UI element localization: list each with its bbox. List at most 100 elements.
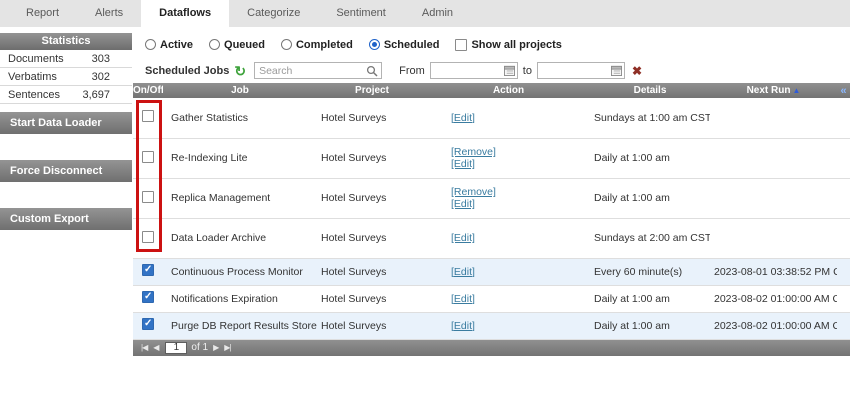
job-details: Daily at 1:00 am — [590, 138, 710, 178]
radio-active[interactable]: Active — [145, 39, 193, 51]
stat-row-verbatims: Verbatims 302 — [0, 68, 132, 86]
col-header-nextrun[interactable]: Next Run▲ — [710, 83, 837, 98]
stat-label: Sentences — [8, 86, 60, 103]
job-name: Purge DB Report Results Store — [163, 312, 317, 339]
pager-next-icon[interactable]: ▶ — [213, 343, 218, 352]
job-name: Re-Indexing Lite — [163, 138, 317, 178]
job-next-run: 2023-08-02 01:00:00 AM CDT — [710, 285, 837, 312]
job-enabled-checkbox[interactable] — [142, 291, 154, 303]
search-box — [254, 62, 382, 79]
force-disconnect-button[interactable]: Force Disconnect — [0, 160, 132, 182]
radio-completed[interactable]: Completed — [281, 39, 353, 51]
remove-link[interactable]: [Remove] — [451, 186, 590, 198]
radio-queued-label: Queued — [224, 39, 265, 51]
jobs-toolbar: Scheduled Jobs ↻ From to ✖ — [145, 61, 850, 80]
edit-link[interactable]: [Edit] — [451, 198, 590, 210]
radio-queued-control[interactable] — [209, 39, 220, 50]
col-header-nextrun-label: Next Run — [747, 85, 791, 96]
stat-value: 3,697 — [82, 86, 110, 103]
col-header-action[interactable]: Action — [427, 83, 590, 98]
job-name: Notifications Expiration — [163, 285, 317, 312]
job-next-run — [710, 98, 837, 138]
calendar-icon[interactable] — [611, 65, 622, 76]
main-content: Active Queued Completed Scheduled Show a… — [133, 27, 850, 356]
tab-report[interactable]: Report — [8, 0, 77, 27]
col-header-chooser[interactable]: « — [837, 83, 850, 98]
job-project: Hotel Surveys — [317, 98, 427, 138]
search-input[interactable] — [259, 64, 363, 77]
table-row: Continuous Process Monitor Hotel Surveys… — [133, 258, 850, 285]
stat-label: Verbatims — [8, 68, 57, 85]
job-enabled-checkbox[interactable] — [142, 191, 154, 203]
col-header-onoff[interactable]: On/Off — [133, 83, 163, 98]
pager-last-icon[interactable]: ▶| — [224, 343, 230, 352]
radio-active-control[interactable] — [145, 39, 156, 50]
custom-export-button[interactable]: Custom Export — [0, 208, 132, 230]
tab-dataflows[interactable]: Dataflows — [141, 0, 229, 27]
show-all-projects-control[interactable] — [455, 39, 467, 51]
to-label: to — [523, 65, 532, 77]
pager-first-icon[interactable]: |◀ — [141, 343, 147, 352]
job-details: Every 60 minute(s) — [590, 258, 710, 285]
job-details: Daily at 1:00 am — [590, 312, 710, 339]
tab-categorize[interactable]: Categorize — [229, 0, 318, 27]
job-next-run — [710, 218, 837, 258]
table-row: Data Loader Archive Hotel Surveys [Edit]… — [133, 218, 850, 258]
radio-scheduled-label: Scheduled — [384, 39, 440, 51]
scheduled-jobs-table: On/Off Job Project Action Details Next R… — [133, 83, 850, 340]
search-icon[interactable] — [366, 65, 378, 80]
job-enabled-checkbox[interactable] — [142, 151, 154, 163]
col-header-job[interactable]: Job — [163, 83, 317, 98]
job-enabled-checkbox[interactable] — [142, 231, 154, 243]
edit-link[interactable]: [Edit] — [451, 232, 590, 244]
show-all-projects-checkbox[interactable]: Show all projects — [455, 39, 561, 51]
table-header-row: On/Off Job Project Action Details Next R… — [133, 83, 850, 98]
calendar-icon[interactable] — [504, 65, 515, 76]
job-project: Hotel Surveys — [317, 138, 427, 178]
job-project: Hotel Surveys — [317, 258, 427, 285]
tab-alerts[interactable]: Alerts — [77, 0, 141, 27]
page-number-input[interactable] — [165, 342, 187, 354]
job-project: Hotel Surveys — [317, 285, 427, 312]
edit-link[interactable]: [Edit] — [451, 266, 590, 278]
refresh-jobs-icon[interactable]: ↻ — [234, 64, 246, 78]
edit-link[interactable]: [Edit] — [451, 320, 590, 332]
stat-value: 302 — [92, 68, 110, 85]
sort-asc-icon[interactable]: ▲ — [792, 86, 800, 95]
radio-completed-label: Completed — [296, 39, 353, 51]
stat-row-documents: Documents 303 — [0, 50, 132, 68]
statistics-header: Statistics — [0, 33, 132, 50]
job-enabled-checkbox[interactable] — [142, 318, 154, 330]
clear-dates-icon[interactable]: ✖ — [632, 64, 642, 78]
col-header-project[interactable]: Project — [317, 83, 427, 98]
radio-completed-control[interactable] — [281, 39, 292, 50]
radio-queued[interactable]: Queued — [209, 39, 265, 51]
job-enabled-checkbox[interactable] — [142, 264, 154, 276]
table-row: Replica Management Hotel Surveys [Remove… — [133, 178, 850, 218]
table-row: Gather Statistics Hotel Surveys [Edit] S… — [133, 98, 850, 138]
job-next-run: 2023-08-02 01:00:00 AM CDT — [710, 312, 837, 339]
stat-value: 303 — [92, 50, 110, 67]
edit-link[interactable]: [Edit] — [451, 158, 590, 170]
job-enabled-checkbox[interactable] — [142, 110, 154, 122]
job-next-run — [710, 178, 837, 218]
to-date-input[interactable] — [542, 64, 611, 77]
edit-link[interactable]: [Edit] — [451, 112, 590, 124]
from-date-input[interactable] — [435, 64, 504, 77]
job-next-run: 2023-08-01 03:38:52 PM CDT — [710, 258, 837, 285]
col-header-details[interactable]: Details — [590, 83, 710, 98]
column-chooser-icon[interactable]: « — [840, 85, 846, 97]
show-all-projects-label: Show all projects — [471, 39, 561, 51]
remove-link[interactable]: [Remove] — [451, 146, 590, 158]
radio-scheduled-control[interactable] — [369, 39, 380, 50]
to-date-box — [537, 62, 625, 79]
edit-link[interactable]: [Edit] — [451, 293, 590, 305]
start-data-loader-button[interactable]: Start Data Loader — [0, 112, 132, 134]
tab-sentiment[interactable]: Sentiment — [318, 0, 404, 27]
tab-admin[interactable]: Admin — [404, 0, 471, 27]
job-details: Sundays at 2:00 am CST — [590, 218, 710, 258]
from-date-box — [430, 62, 518, 79]
pager-prev-icon[interactable]: ◀ — [153, 343, 158, 352]
top-nav: Report Alerts Dataflows Categorize Senti… — [0, 0, 850, 27]
radio-scheduled[interactable]: Scheduled — [369, 39, 440, 51]
